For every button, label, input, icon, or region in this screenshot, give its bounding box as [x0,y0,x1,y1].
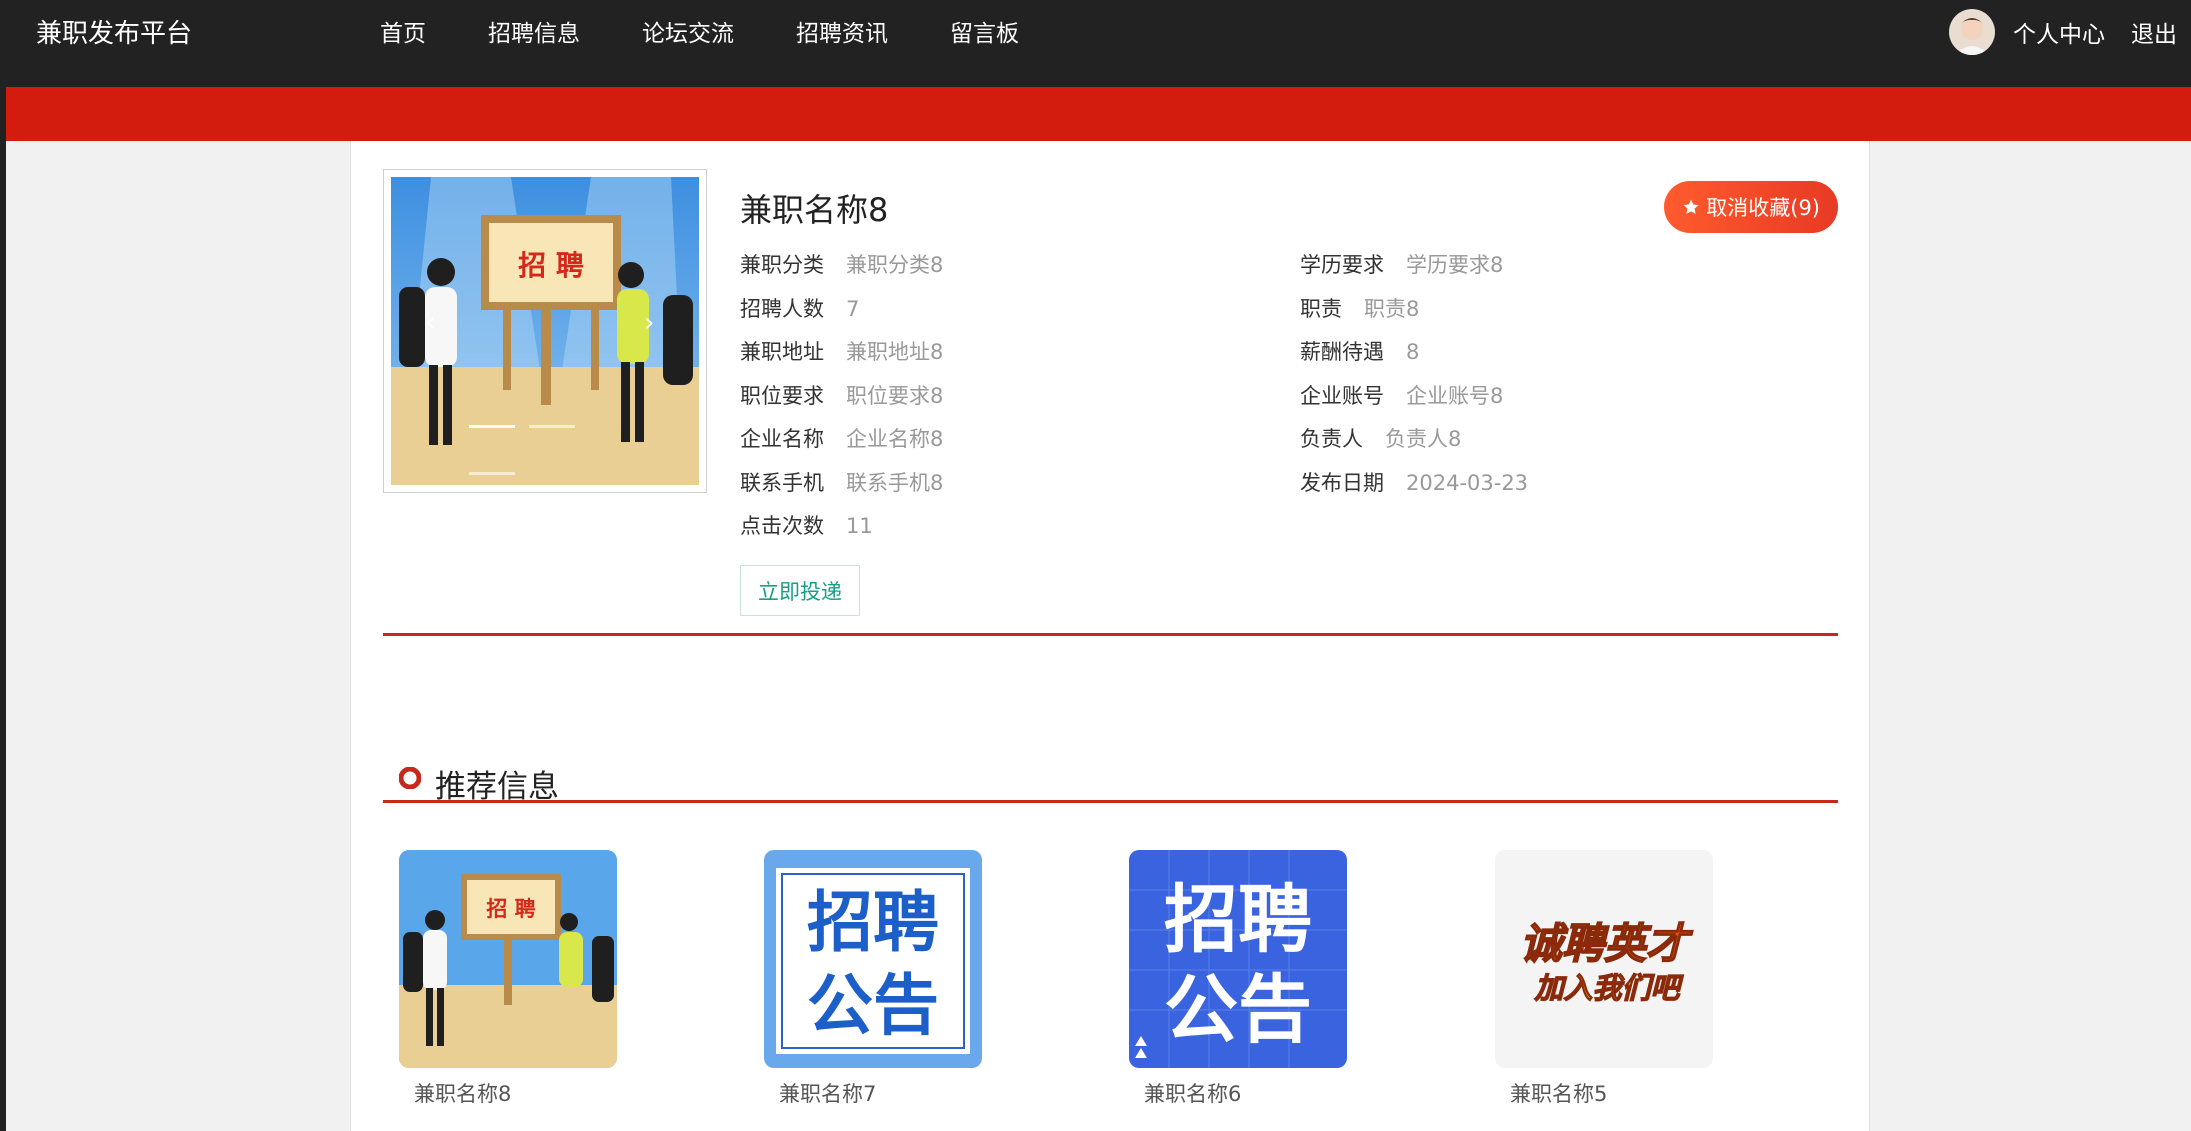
svg-text:加入我们吧: 加入我们吧 [1533,971,1684,1005]
carousel-next-icon[interactable]: › [644,308,654,338]
field-contact-person: 负责人 负责人8 [1300,427,1462,451]
field-clicks: 点击次数 11 [740,514,873,538]
recommend-card-name: 兼职名称6 [1144,1082,1242,1106]
logout-link[interactable]: 退出 [2131,15,2177,49]
recommend-thumb: 招聘 公告 [764,850,982,1068]
field-phone: 联系手机 联系手机8 [740,471,944,495]
banner-band [6,87,2191,141]
svg-text:招聘: 招聘 [1164,877,1312,963]
user-center-link[interactable]: 个人中心 [2013,15,2105,49]
recommend-card[interactable]: 招 聘 兼职名称8 [399,850,617,1108]
top-navbar: 兼职发布平台 首页 招聘信息 论坛交流 招聘资讯 留言板 个人中心 退出 [6,0,2191,87]
carousel-indicator[interactable] [469,472,515,475]
main-nav: 首页 招聘信息 论坛交流 招聘资讯 留言板 [380,0,1081,68]
field-headcount: 招聘人数 7 [740,297,860,321]
nav-news[interactable]: 招聘资讯 [796,0,888,68]
nav-forum[interactable]: 论坛交流 [642,0,734,68]
avatar[interactable] [1949,9,1995,55]
recommend-thumb: 诚聘英才 加入我们吧 [1495,850,1713,1068]
recommend-card-name: 兼职名称7 [779,1082,877,1106]
unfavorite-button[interactable]: 取消收藏(9) [1664,181,1838,233]
left-edge-strip [0,0,6,1131]
recommend-card[interactable]: 诚聘英才 加入我们吧 兼职名称5 [1495,850,1713,1108]
recommend-card-name: 兼职名称5 [1510,1082,1608,1106]
carousel-indicator[interactable] [529,425,575,428]
field-address: 兼职地址 兼职地址8 [740,340,944,364]
field-duties: 职责 职责8 [1300,297,1420,321]
recommend-card-name: 兼职名称8 [414,1082,512,1106]
apply-button[interactable]: 立即投递 [740,565,860,616]
carousel-image-text: 招 聘 [518,249,584,282]
carousel-indicator[interactable] [469,425,515,428]
detail-panel: 招 聘 ‹ › 兼职名称8 取消收藏(9) 兼职分类 兼职分类8 招聘人数 7 兼职… [350,141,1870,1131]
unfavorite-label: 取消收藏(9) [1706,196,1820,220]
site-brand[interactable]: 兼职发布平台 [36,0,192,68]
field-salary: 薪酬待遇 8 [1300,340,1420,364]
recommend-thumb: 招聘 公告 [1129,850,1347,1068]
field-publish-date: 发布日期 2024-03-23 [1300,471,1529,495]
recommend-card[interactable]: 招聘 公告 兼职名称6 [1129,850,1347,1108]
carousel-prev-icon[interactable]: ‹ [425,308,435,338]
nav-recruitment[interactable]: 招聘信息 [488,0,580,68]
nav-home[interactable]: 首页 [380,0,426,68]
field-company-account: 企业账号 企业账号8 [1300,384,1504,408]
svg-text:招 聘: 招 聘 [486,897,535,921]
field-requirements: 职位要求 职位要求8 [740,384,944,408]
field-company-name: 企业名称 企业名称8 [740,427,944,451]
recommend-thumb: 招 聘 [399,850,617,1068]
star-icon [1683,199,1699,214]
svg-text:诚聘英才: 诚聘英才 [1520,919,1693,968]
user-area: 个人中心 退出 [1949,9,2177,55]
field-education: 学历要求 学历要求8 [1300,253,1504,277]
section-divider [383,633,1838,636]
field-category: 兼职分类 兼职分类8 [740,253,944,277]
svg-text:公告: 公告 [807,967,939,1044]
recommend-card[interactable]: 招聘 公告 兼职名称7 [764,850,982,1108]
circle-bullet-icon [399,767,421,789]
recommend-divider [383,800,1838,803]
job-title: 兼职名称8 [740,191,889,229]
image-carousel[interactable]: 招 聘 ‹ › [383,169,707,493]
svg-text:招聘: 招聘 [807,884,939,961]
nav-message-board[interactable]: 留言板 [950,0,1019,68]
svg-text:公告: 公告 [1164,967,1312,1053]
